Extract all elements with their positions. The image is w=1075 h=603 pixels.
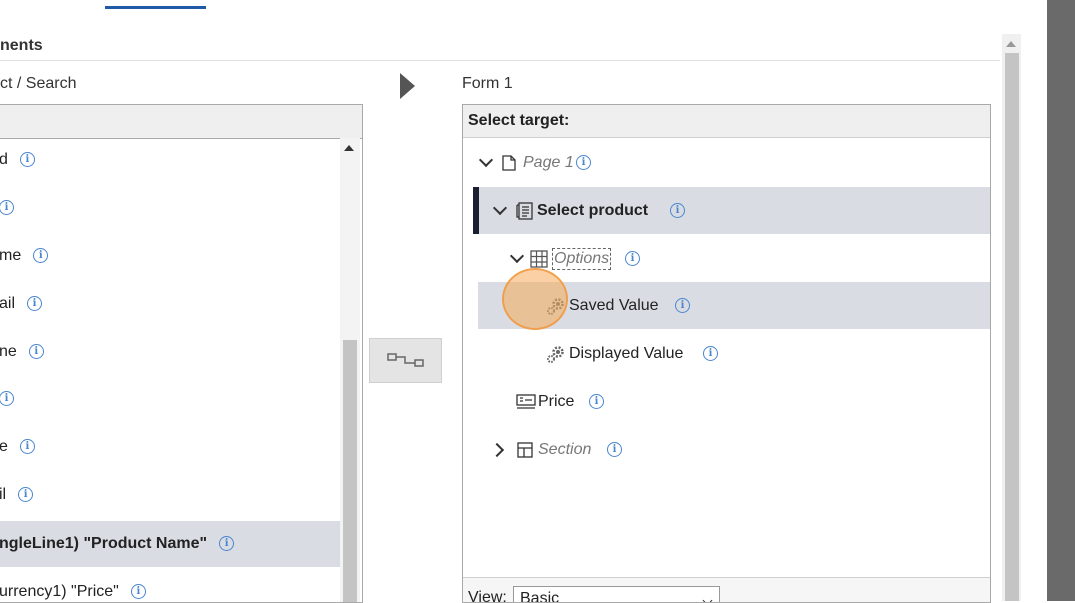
tree-row-displayed-value[interactable]: Displayed Value i bbox=[463, 330, 990, 377]
info-icon[interactable]: i bbox=[18, 487, 34, 503]
info-icon[interactable]: i bbox=[19, 152, 35, 168]
chevron-down-icon[interactable] bbox=[509, 248, 525, 263]
tree-row-select-product[interactable]: Select product i bbox=[473, 187, 990, 234]
section-icon bbox=[517, 442, 533, 458]
gear-icon bbox=[547, 346, 564, 363]
list-item[interactable]: di bbox=[0, 137, 35, 183]
window-edge bbox=[1047, 0, 1075, 601]
list-item[interactable]: i bbox=[0, 185, 14, 231]
selected-row-indicator bbox=[473, 187, 479, 234]
active-tab-indicator bbox=[105, 6, 206, 9]
field-icon bbox=[516, 394, 536, 409]
click-indicator bbox=[502, 268, 568, 330]
tree-label-section: Section bbox=[538, 441, 592, 458]
list-item[interactable]: i bbox=[0, 376, 14, 422]
list-item-label: e bbox=[0, 438, 8, 455]
tree-label-saved-value: Saved Value bbox=[569, 297, 659, 314]
divider bbox=[0, 60, 1000, 61]
tree-label-page: Page 1 bbox=[523, 154, 574, 171]
info-icon[interactable]: i bbox=[19, 439, 35, 455]
tree-row-page[interactable]: Page 1 i bbox=[463, 139, 990, 186]
list-item[interactable]: ei bbox=[0, 424, 35, 470]
tree-row-price[interactable]: Price i bbox=[463, 378, 990, 425]
info-icon[interactable]: i bbox=[625, 251, 640, 267]
info-icon[interactable]: i bbox=[27, 296, 43, 312]
info-icon[interactable]: i bbox=[675, 298, 690, 314]
chevron-down-icon[interactable] bbox=[702, 595, 713, 602]
scroll-up-icon[interactable] bbox=[344, 145, 354, 151]
list-item[interactable]: ili bbox=[0, 472, 34, 518]
grid-icon bbox=[530, 250, 548, 268]
info-icon[interactable]: i bbox=[130, 584, 146, 600]
info-icon[interactable]: i bbox=[219, 536, 235, 552]
map-button[interactable] bbox=[369, 338, 442, 383]
view-select-value: Basic bbox=[520, 590, 560, 603]
info-icon[interactable]: i bbox=[703, 346, 718, 362]
tree-label-displayed-value: Displayed Value bbox=[569, 345, 684, 362]
list-item[interactable]: me i bbox=[0, 233, 49, 279]
list-item-label: il bbox=[0, 486, 7, 503]
play-icon[interactable] bbox=[400, 73, 415, 99]
scroll-up-icon[interactable] bbox=[1006, 41, 1016, 47]
list-item[interactable]: ail i bbox=[0, 281, 43, 327]
tree-label-select-product: Select product bbox=[537, 202, 649, 219]
info-icon[interactable]: i bbox=[670, 203, 685, 219]
chevron-down-icon[interactable] bbox=[492, 200, 508, 215]
info-icon[interactable]: i bbox=[0, 391, 14, 407]
list-item[interactable]: ngleLine1) "Product Name" i bbox=[0, 521, 341, 567]
source-list-header bbox=[0, 105, 362, 139]
source-scrollbar-thumb[interactable] bbox=[343, 340, 357, 602]
info-icon[interactable]: i bbox=[33, 248, 49, 264]
view-select[interactable]: Basic bbox=[513, 586, 720, 603]
target-tree-panel: Select target: Page 1 i Select product i… bbox=[462, 104, 991, 603]
info-icon[interactable]: i bbox=[589, 394, 604, 410]
list-item-label: me bbox=[0, 247, 22, 264]
list-item[interactable]: urrency1) "Price" i bbox=[0, 569, 146, 602]
info-icon[interactable]: i bbox=[28, 344, 44, 360]
list-item[interactable]: ne i bbox=[0, 329, 44, 375]
chevron-right-icon[interactable] bbox=[489, 442, 505, 457]
list-item-label: ne bbox=[0, 343, 17, 360]
target-panel-heading: Select target: bbox=[463, 105, 990, 138]
map-connect-icon bbox=[387, 353, 424, 367]
section-title: nents bbox=[0, 37, 43, 54]
tree-row-section[interactable]: Section i bbox=[463, 426, 990, 473]
list-item-label: ail bbox=[0, 295, 16, 312]
page-scrollbar-thumb[interactable] bbox=[1005, 53, 1019, 601]
source-label: ct / Search bbox=[0, 75, 77, 92]
info-icon[interactable]: i bbox=[576, 155, 591, 171]
list-item-label: urrency1) "Price" bbox=[0, 583, 119, 600]
source-field-list: diimeiailineiieiilingleLine1) "Product N… bbox=[0, 104, 363, 603]
tree-label-options: Options bbox=[552, 248, 612, 270]
page-icon bbox=[502, 155, 516, 171]
list-item-label: ngleLine1) "Product Name" bbox=[0, 535, 208, 552]
chevron-down-icon[interactable] bbox=[478, 152, 494, 167]
tree-label-price: Price bbox=[538, 393, 575, 410]
list-item-label: d bbox=[0, 151, 8, 168]
info-icon[interactable]: i bbox=[607, 442, 622, 458]
form-icon bbox=[516, 202, 533, 220]
info-icon[interactable]: i bbox=[0, 200, 14, 216]
target-form-label: Form 1 bbox=[462, 75, 513, 92]
